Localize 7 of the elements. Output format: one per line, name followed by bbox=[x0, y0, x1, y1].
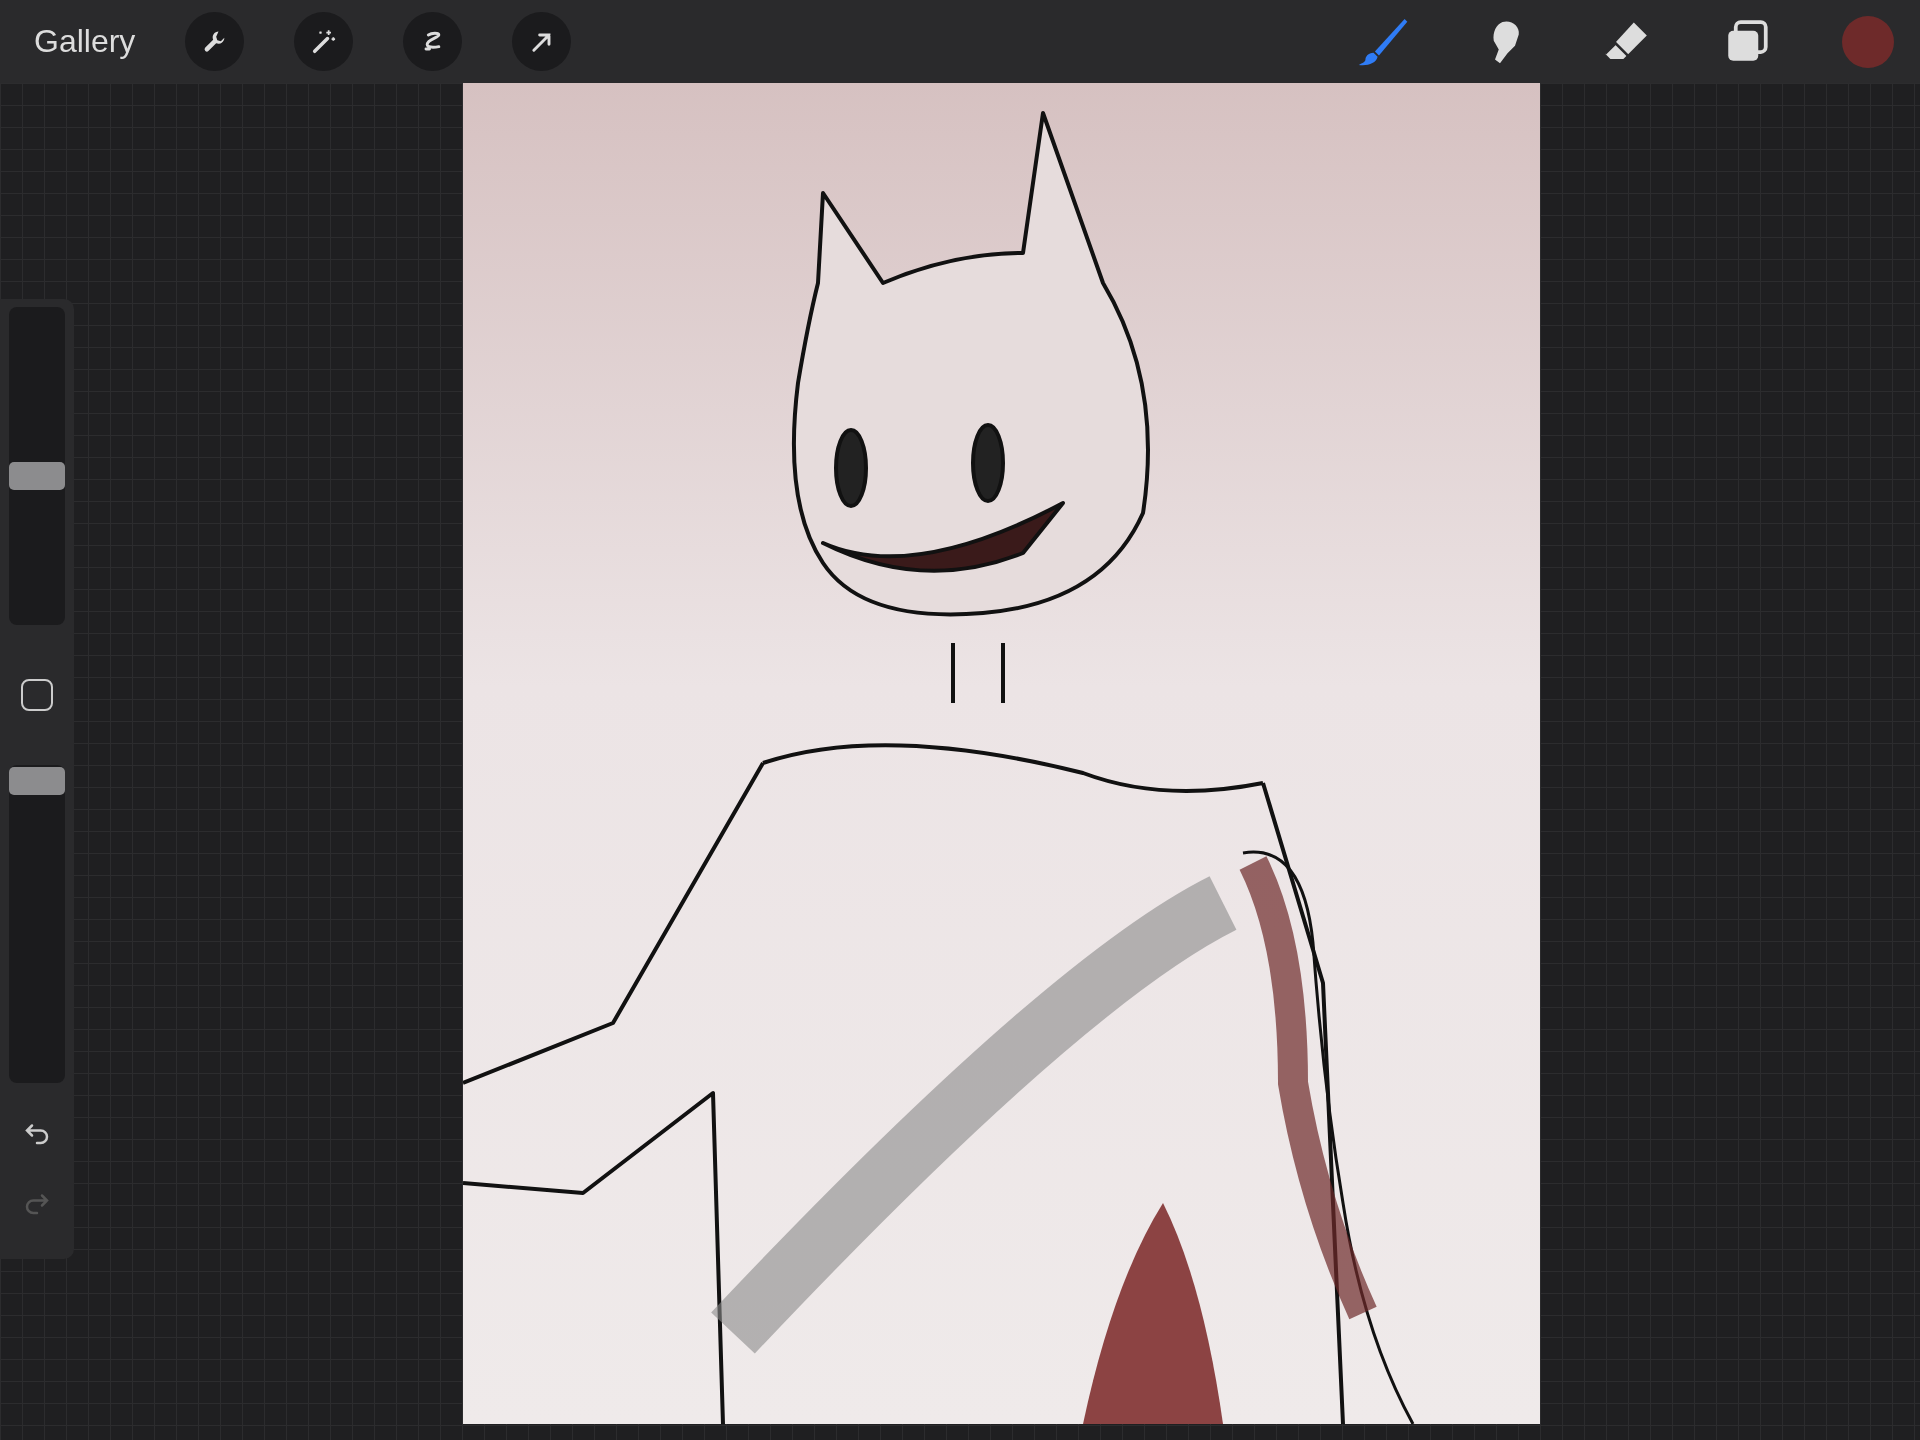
brush-size-slider[interactable] bbox=[9, 307, 65, 625]
opacity-slider[interactable] bbox=[9, 765, 65, 1083]
modify-button[interactable] bbox=[21, 679, 53, 711]
slider-thumb[interactable] bbox=[9, 766, 65, 795]
slider-thumb[interactable] bbox=[9, 461, 65, 490]
color-swatch[interactable] bbox=[1842, 15, 1894, 68]
gallery-button[interactable]: Gallery bbox=[34, 23, 136, 60]
